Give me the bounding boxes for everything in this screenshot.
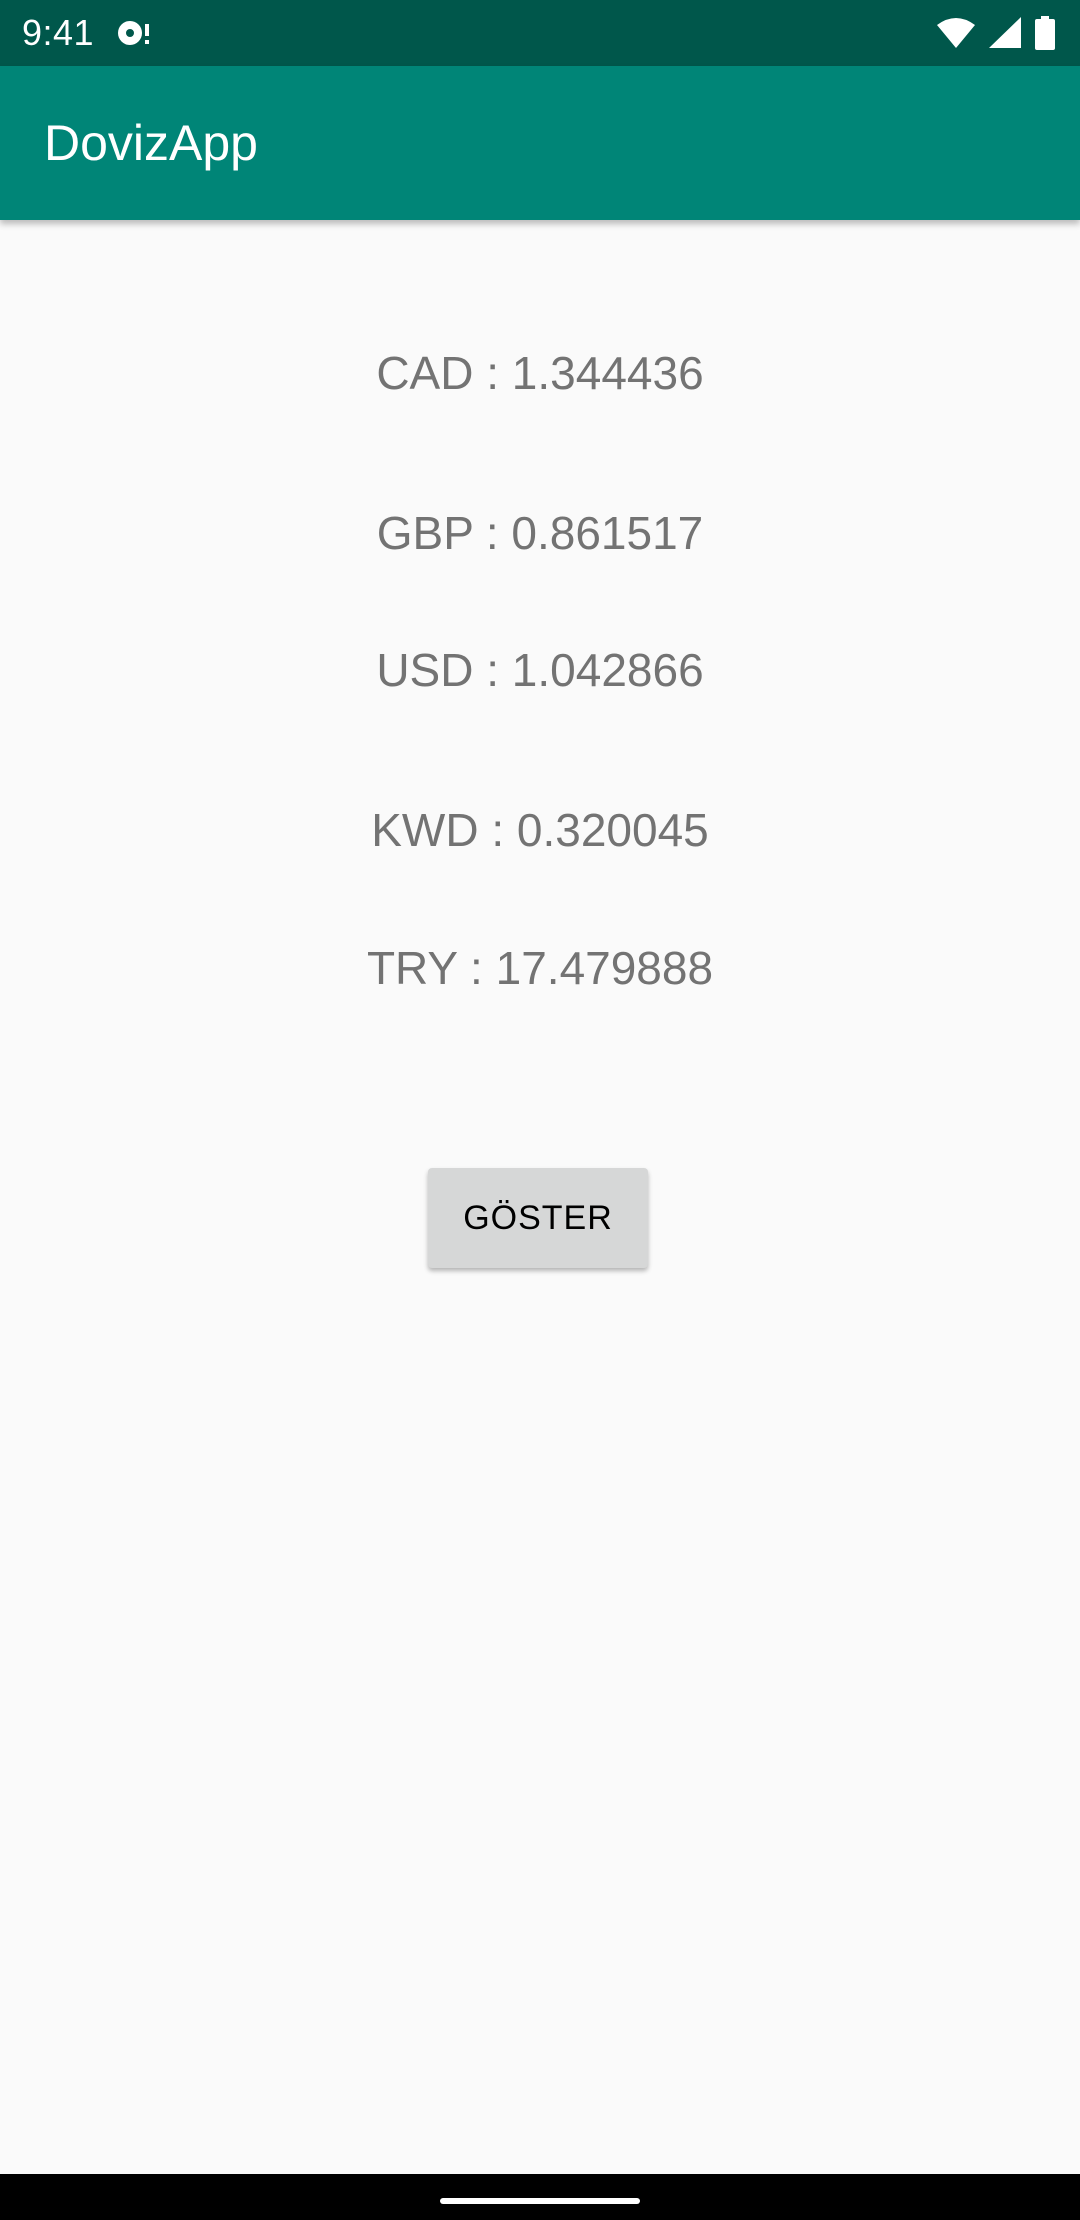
wifi-icon bbox=[937, 18, 975, 48]
status-bar: 9:41 bbox=[0, 0, 1080, 66]
app-title: DovizApp bbox=[44, 115, 258, 171]
rate-cad: CAD : 1.344436 bbox=[376, 347, 704, 399]
status-icons bbox=[936, 14, 1056, 52]
home-handle[interactable] bbox=[440, 2198, 640, 2204]
navigation-bar bbox=[0, 2174, 1080, 2220]
app-bar: DovizApp bbox=[0, 66, 1080, 220]
show-button[interactable]: GÖSTER bbox=[428, 1168, 648, 1268]
status-time: 9:41 bbox=[22, 12, 95, 53]
rate-try: TRY : 17.479888 bbox=[366, 942, 714, 994]
battery-icon bbox=[1035, 16, 1055, 50]
rate-gbp: GBP : 0.861517 bbox=[376, 507, 704, 559]
media-icon bbox=[118, 21, 149, 45]
rate-kwd: KWD : 0.320045 bbox=[371, 804, 709, 856]
signal-icon bbox=[989, 17, 1021, 48]
rate-usd: USD : 1.042866 bbox=[376, 644, 704, 696]
